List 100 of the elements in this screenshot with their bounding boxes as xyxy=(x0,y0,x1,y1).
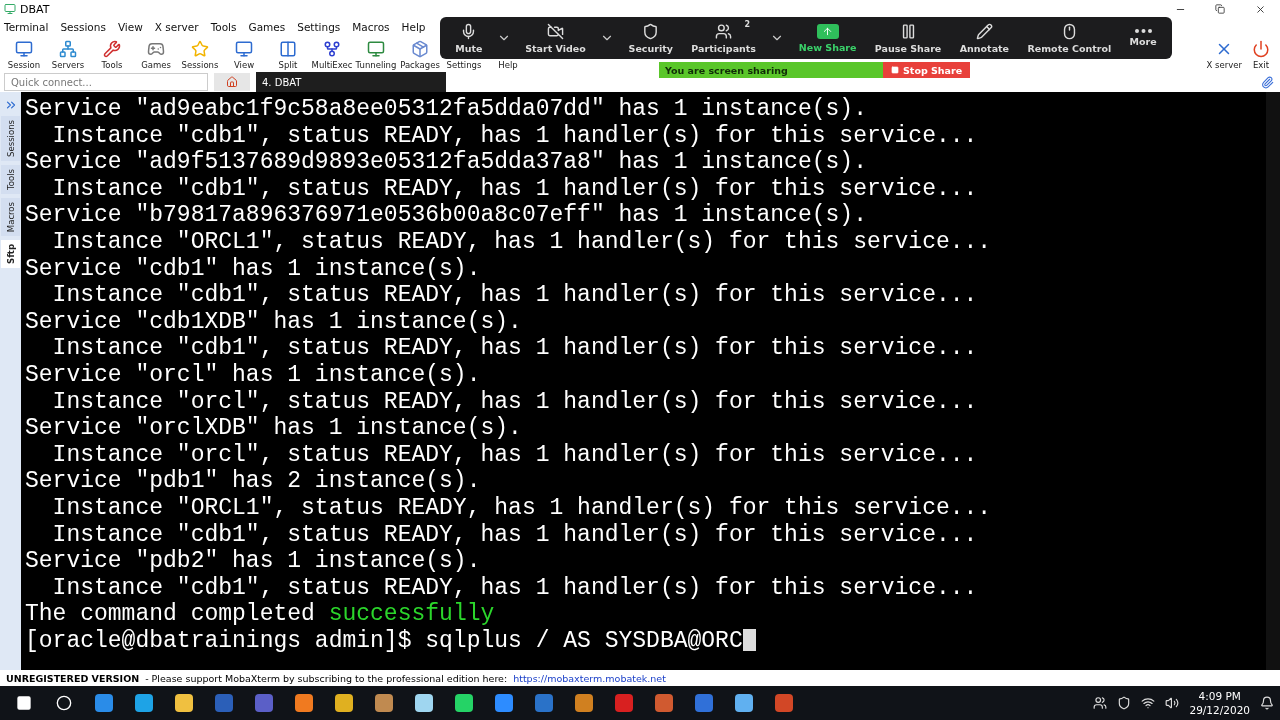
menu-item[interactable]: Help xyxy=(401,21,426,33)
menu-item[interactable]: Settings xyxy=(297,21,341,33)
close-icon xyxy=(1254,3,1266,15)
menu-item[interactable]: Sessions xyxy=(60,21,106,33)
terminal-line: Service "pdb2" has 1 instance(s). xyxy=(25,548,481,575)
participant-count: 2 xyxy=(744,19,750,29)
menu-item[interactable]: View xyxy=(117,21,143,33)
menu-item[interactable]: Macros xyxy=(352,21,390,33)
power-icon xyxy=(1252,40,1270,58)
stop-share-button[interactable]: Stop Share xyxy=(883,62,971,78)
star-icon xyxy=(191,40,209,58)
status-message: - Please support MobaXterm by subscribing to the professional edition here: xyxy=(145,672,508,684)
terminal-line: Instance "cdb1", status READY, has 1 handler(s) for this service... xyxy=(51,574,978,601)
menu-item[interactable]: X server xyxy=(154,21,199,33)
taskbar-app-icon[interactable] xyxy=(695,694,713,712)
toolbar-button[interactable]: Settings xyxy=(446,60,482,70)
toolbar-button[interactable]: X server xyxy=(1206,40,1242,70)
typed-command: sqlplus / AS SYSDBA@ORC xyxy=(425,627,743,654)
terminal-line: Instance "orcl", status READY, has 1 handler(s) for this service... xyxy=(51,388,978,415)
unregistered-label: UNREGISTERED VERSION xyxy=(6,672,140,684)
paperclip-icon[interactable] xyxy=(1261,75,1274,89)
taskbar-app-icon[interactable] xyxy=(135,694,153,712)
gamepad-icon xyxy=(147,40,165,58)
people-icon[interactable] xyxy=(1093,696,1108,710)
terminal-line: Instance "cdb1", status READY, has 1 handler(s) for this service... xyxy=(51,521,978,548)
taskbar-app-icon[interactable] xyxy=(335,694,353,712)
taskbar-app-icon[interactable] xyxy=(655,694,673,712)
meeting-button[interactable]: Remote Control xyxy=(1023,22,1116,54)
session-tab[interactable]: 4. DBAT xyxy=(256,72,446,92)
toolbar-button[interactable]: Games xyxy=(141,40,171,70)
menu-item[interactable]: Games xyxy=(248,21,286,33)
speaker-icon[interactable] xyxy=(1165,696,1180,710)
package-icon xyxy=(411,40,429,58)
meeting-button[interactable]: New Share xyxy=(794,23,861,53)
menu-item[interactable]: Terminal xyxy=(4,21,49,33)
website-link[interactable]: https://mobaxterm.mobatek.net xyxy=(513,672,666,684)
taskbar-app-icon[interactable] xyxy=(615,694,633,712)
taskbar-app-icon[interactable] xyxy=(495,694,513,712)
side-tab[interactable]: Tools xyxy=(1,164,20,194)
side-tab[interactable]: Sftp xyxy=(1,240,20,268)
shell-prompt: [oracle@dbatrainings admin]$ xyxy=(25,627,413,654)
taskbar-app-icon[interactable] xyxy=(255,694,273,712)
meeting-button[interactable]: 2 Participants xyxy=(687,22,760,54)
taskbar-app-icon[interactable] xyxy=(735,694,753,712)
monitor-icon xyxy=(235,40,253,58)
sharing-banner: You are screen sharing xyxy=(659,62,883,78)
side-tab[interactable]: Sessions xyxy=(1,116,20,161)
toolbar-button[interactable]: Sessions xyxy=(181,40,219,70)
taskbar-app-icon[interactable] xyxy=(775,694,793,712)
taskbar-app-icon[interactable] xyxy=(575,694,593,712)
toolbar-button[interactable]: Servers xyxy=(51,40,85,70)
terminal-line: The command completed xyxy=(25,601,316,628)
toolbar-button[interactable]: Tools xyxy=(101,40,123,70)
meeting-button[interactable]: More xyxy=(1125,29,1161,47)
taskbar-app-icon[interactable] xyxy=(215,694,233,712)
menu-item[interactable]: Tools xyxy=(210,21,237,33)
wrench-icon xyxy=(103,40,121,58)
notification-icon[interactable] xyxy=(1260,696,1274,710)
terminal-line: Instance "ORCL1", status READY, has 1 handler(s) for this service... xyxy=(51,228,992,255)
scrollbar[interactable] xyxy=(1266,92,1280,670)
taskbar-app-icon[interactable] xyxy=(415,694,433,712)
taskbar-app-icon[interactable] xyxy=(175,694,193,712)
terminal-line: Service "ad9f5137689d9893e05312fa5dda37a8" has 1 instance(s). xyxy=(25,149,867,176)
taskbar-app-icon[interactable] xyxy=(295,694,313,712)
meeting-button[interactable]: Mute xyxy=(451,22,487,54)
restore-icon xyxy=(1215,3,1225,14)
taskbar-app-icon[interactable] xyxy=(95,694,113,712)
more-icon xyxy=(1134,29,1152,33)
meeting-button[interactable]: Security xyxy=(624,22,677,54)
clock-date[interactable]: 29/12/2020 xyxy=(1189,703,1250,717)
search-icon[interactable] xyxy=(56,695,72,711)
wifi-icon[interactable] xyxy=(1141,696,1156,710)
toolbar-button[interactable]: View xyxy=(233,40,255,70)
taskbar-app-icon[interactable] xyxy=(455,694,473,712)
clock-time[interactable]: 4:09 PM xyxy=(1198,689,1241,703)
monitor-icon xyxy=(15,40,33,58)
toolbar-button[interactable]: Session xyxy=(7,40,41,70)
terminal-line: Instance "ORCL1", status READY, has 1 handler(s) for this service... xyxy=(51,494,992,521)
toolbar-button[interactable]: Tunneling xyxy=(355,40,397,70)
toolbar-button[interactable]: MultiExec xyxy=(311,40,353,70)
toolbar-button[interactable]: Exit xyxy=(1252,40,1270,70)
meeting-button[interactable]: Annotate xyxy=(955,22,1014,54)
meeting-button[interactable]: Pause Share xyxy=(870,22,946,54)
toolbar-button[interactable]: Packages xyxy=(400,40,440,70)
terminal-line: Service "b79817a896376971e0536b00a8c07eff" has 1 instance(s). xyxy=(25,202,867,229)
home-tab[interactable] xyxy=(214,73,250,91)
terminal-line: Service "pdb1" has 2 instance(s). xyxy=(25,468,481,495)
shield-icon[interactable] xyxy=(1117,696,1132,710)
toolbar-button[interactable]: Help xyxy=(498,60,518,70)
window-title: DBAT xyxy=(20,2,50,16)
home-icon xyxy=(226,76,238,88)
toolbar-button[interactable]: Split xyxy=(278,40,298,70)
share-icon xyxy=(816,23,839,39)
taskbar-app-icon[interactable] xyxy=(375,694,393,712)
quick-connect-field[interactable]: Quick connect... xyxy=(4,73,208,91)
taskbar-app-icon[interactable] xyxy=(535,694,553,712)
meeting-button[interactable]: Start Video xyxy=(521,22,590,54)
side-tab[interactable]: Macros xyxy=(1,197,20,236)
pencil-icon xyxy=(975,22,993,40)
start-icon[interactable] xyxy=(16,695,32,711)
